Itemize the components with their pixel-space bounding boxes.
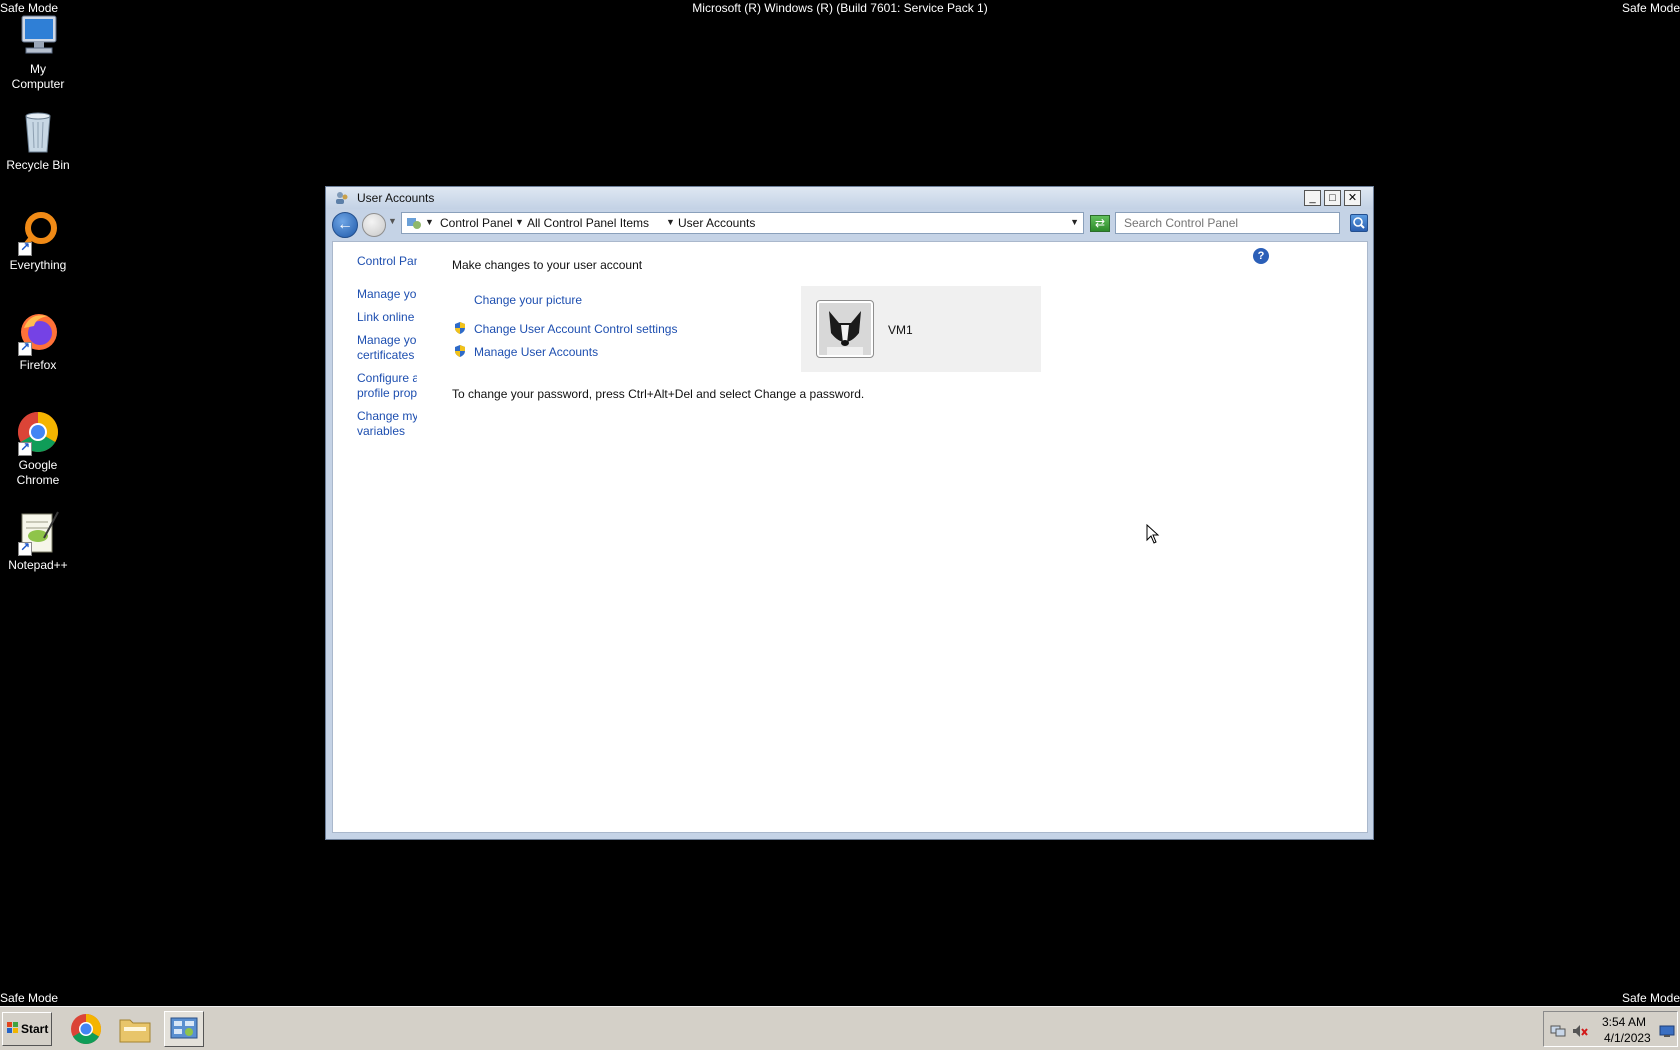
- desktop: Safe Mode Safe Mode Safe Mode Safe Mode …: [0, 0, 1680, 1050]
- back-button[interactable]: ←: [332, 212, 358, 238]
- search-button[interactable]: [1350, 214, 1368, 232]
- desktop-icon-label: My: [30, 62, 46, 76]
- account-tile: VM1: [801, 286, 1041, 372]
- navigation-bar: ← ▼ ▼ Control Panel ▼ All Control Panel …: [332, 209, 1368, 239]
- desktop-icon-everything[interactable]: Everything: [0, 208, 76, 273]
- recycle-bin-icon: [14, 108, 62, 156]
- sidebar-link-manage-file-encryption-cont[interactable]: certificates: [357, 348, 417, 363]
- breadcrumb-arrow-icon[interactable]: ▼: [425, 217, 434, 227]
- help-button[interactable]: ?: [1253, 248, 1269, 264]
- clock-time[interactable]: 3:54 AM: [1602, 1015, 1646, 1029]
- desktop-icon-label: Computer: [11, 77, 65, 91]
- sidebar-link-configure-profile[interactable]: Configure advanced user: [357, 371, 417, 386]
- address-history-dropdown-icon[interactable]: ▼: [1070, 217, 1079, 227]
- sidebar-link-control-panel-home[interactable]: Control Panel Home: [357, 254, 417, 269]
- clock-date[interactable]: 4/1/2023: [1604, 1031, 1651, 1045]
- uac-settings-link[interactable]: Change User Account Control settings: [474, 322, 677, 336]
- taskbar: Start 3:54 AM 4/1/2023: [0, 1006, 1680, 1050]
- page-heading: Make changes to your user account: [452, 258, 643, 272]
- search-icon: [1353, 217, 1365, 229]
- control-panel-icon: [170, 1017, 198, 1039]
- network-icon[interactable]: [1550, 1024, 1566, 1038]
- window-title: User Accounts: [357, 191, 435, 205]
- taskbar-user-accounts-button[interactable]: [164, 1011, 204, 1047]
- minimize-button[interactable]: _: [1304, 190, 1321, 206]
- notepadpp-icon: [14, 508, 62, 556]
- search-input[interactable]: [1116, 213, 1339, 233]
- desktop-icon-my-computer[interactable]: My Computer: [0, 12, 76, 92]
- forward-button[interactable]: [362, 213, 386, 237]
- taskbar-chrome-button[interactable]: [66, 1011, 106, 1047]
- shortcut-arrow-icon: [18, 340, 32, 356]
- breadcrumb-arrow-icon[interactable]: ▼: [515, 217, 524, 227]
- desktop-icon-google-chrome[interactable]: Google Chrome: [0, 408, 76, 488]
- folder-icon: [119, 1019, 151, 1043]
- user-accounts-window: User Accounts _ □ ✕ ← ▼ ▼ Control Panel …: [325, 186, 1374, 840]
- mouse-cursor-icon: [1146, 524, 1160, 544]
- back-arrow-icon: ←: [337, 216, 353, 233]
- desktop-icon-label: Chrome: [16, 473, 60, 487]
- start-label: Start: [21, 1022, 49, 1036]
- maximize-button[interactable]: □: [1324, 190, 1341, 206]
- desktop-icon-recycle-bin[interactable]: Recycle Bin: [0, 108, 76, 173]
- desktop-icon-label: Google: [18, 458, 58, 472]
- windows-logo-icon: [7, 1022, 18, 1033]
- desktop-icon-label: Notepad++: [8, 558, 68, 572]
- avatar[interactable]: [816, 300, 874, 358]
- desktop-icon-label: Everything: [9, 258, 67, 272]
- chrome-icon: [71, 1014, 102, 1045]
- safe-mode-label-bottom-right: Safe Mode: [1621, 991, 1680, 1005]
- dog-avatar-icon: [819, 303, 871, 355]
- refresh-button[interactable]: ⇄: [1090, 215, 1110, 232]
- account-name: VM1: [888, 323, 913, 337]
- change-picture-link[interactable]: Change your picture: [474, 293, 582, 307]
- safe-mode-label-bottom-left: Safe Mode: [0, 991, 59, 1005]
- desktop-icon-notepadpp[interactable]: Notepad++: [0, 508, 76, 573]
- breadcrumb-control-panel[interactable]: Control Panel: [440, 216, 513, 230]
- everything-icon: [14, 208, 62, 256]
- sidebar-link-manage-credentials[interactable]: Manage your credentials: [357, 287, 417, 302]
- password-hint-text: To change your password, press Ctrl+Alt+…: [452, 387, 865, 401]
- notification-area: 3:54 AM 4/1/2023: [1543, 1011, 1678, 1047]
- breadcrumb-all-control-panel-items[interactable]: All Control Panel Items: [527, 216, 649, 230]
- search-box[interactable]: [1115, 212, 1340, 234]
- shortcut-arrow-icon: [18, 240, 32, 256]
- sidebar-link-configure-profile-cont[interactable]: profile properties: [357, 386, 417, 401]
- content-pane: ? Control Panel Home Manage your credent…: [332, 241, 1368, 833]
- shortcut-arrow-icon: [18, 540, 32, 556]
- chrome-icon: [14, 408, 62, 456]
- show-desktop-icon[interactable]: [1659, 1024, 1675, 1038]
- refresh-icon: ⇄: [1094, 216, 1106, 230]
- sidebar-link-change-environment[interactable]: Change my environment: [357, 409, 417, 424]
- volume-muted-icon[interactable]: [1572, 1024, 1588, 1038]
- start-button[interactable]: Start: [2, 1012, 52, 1046]
- desktop-icon-label: Recycle Bin: [6, 158, 70, 172]
- sidebar-link-manage-file-encryption[interactable]: Manage your file encryption: [357, 333, 417, 348]
- close-button[interactable]: ✕: [1344, 190, 1361, 206]
- build-info-text: Microsoft (R) Windows (R) (Build 7601: S…: [692, 1, 988, 15]
- sidebar-link-link-online-ids[interactable]: Link online IDs: [357, 310, 417, 325]
- firefox-icon: [14, 308, 62, 356]
- recent-pages-dropdown-icon[interactable]: ▼: [388, 216, 397, 226]
- computer-icon: [14, 12, 62, 60]
- uac-shield-icon: [453, 321, 467, 335]
- desktop-icon-firefox[interactable]: Firefox: [0, 308, 76, 373]
- uac-shield-icon: [453, 344, 467, 358]
- shortcut-arrow-icon: [18, 440, 32, 456]
- breadcrumb-user-accounts[interactable]: User Accounts: [678, 216, 755, 230]
- taskbar-file-explorer-button[interactable]: [115, 1011, 155, 1047]
- sidebar-link-change-environment-cont[interactable]: variables: [357, 424, 417, 439]
- control-panel-icon: [406, 216, 422, 230]
- task-sidebar: Control Panel Home Manage your credentia…: [357, 254, 417, 447]
- breadcrumb-arrow-icon[interactable]: ▼: [666, 217, 675, 227]
- manage-user-accounts-link[interactable]: Manage User Accounts: [474, 345, 598, 359]
- desktop-icon-label: Firefox: [19, 358, 57, 372]
- address-bar[interactable]: ▼ Control Panel ▼ All Control Panel Item…: [401, 212, 1084, 234]
- window-titlebar[interactable]: User Accounts _ □ ✕: [326, 187, 1373, 209]
- user-accounts-icon: [335, 191, 349, 205]
